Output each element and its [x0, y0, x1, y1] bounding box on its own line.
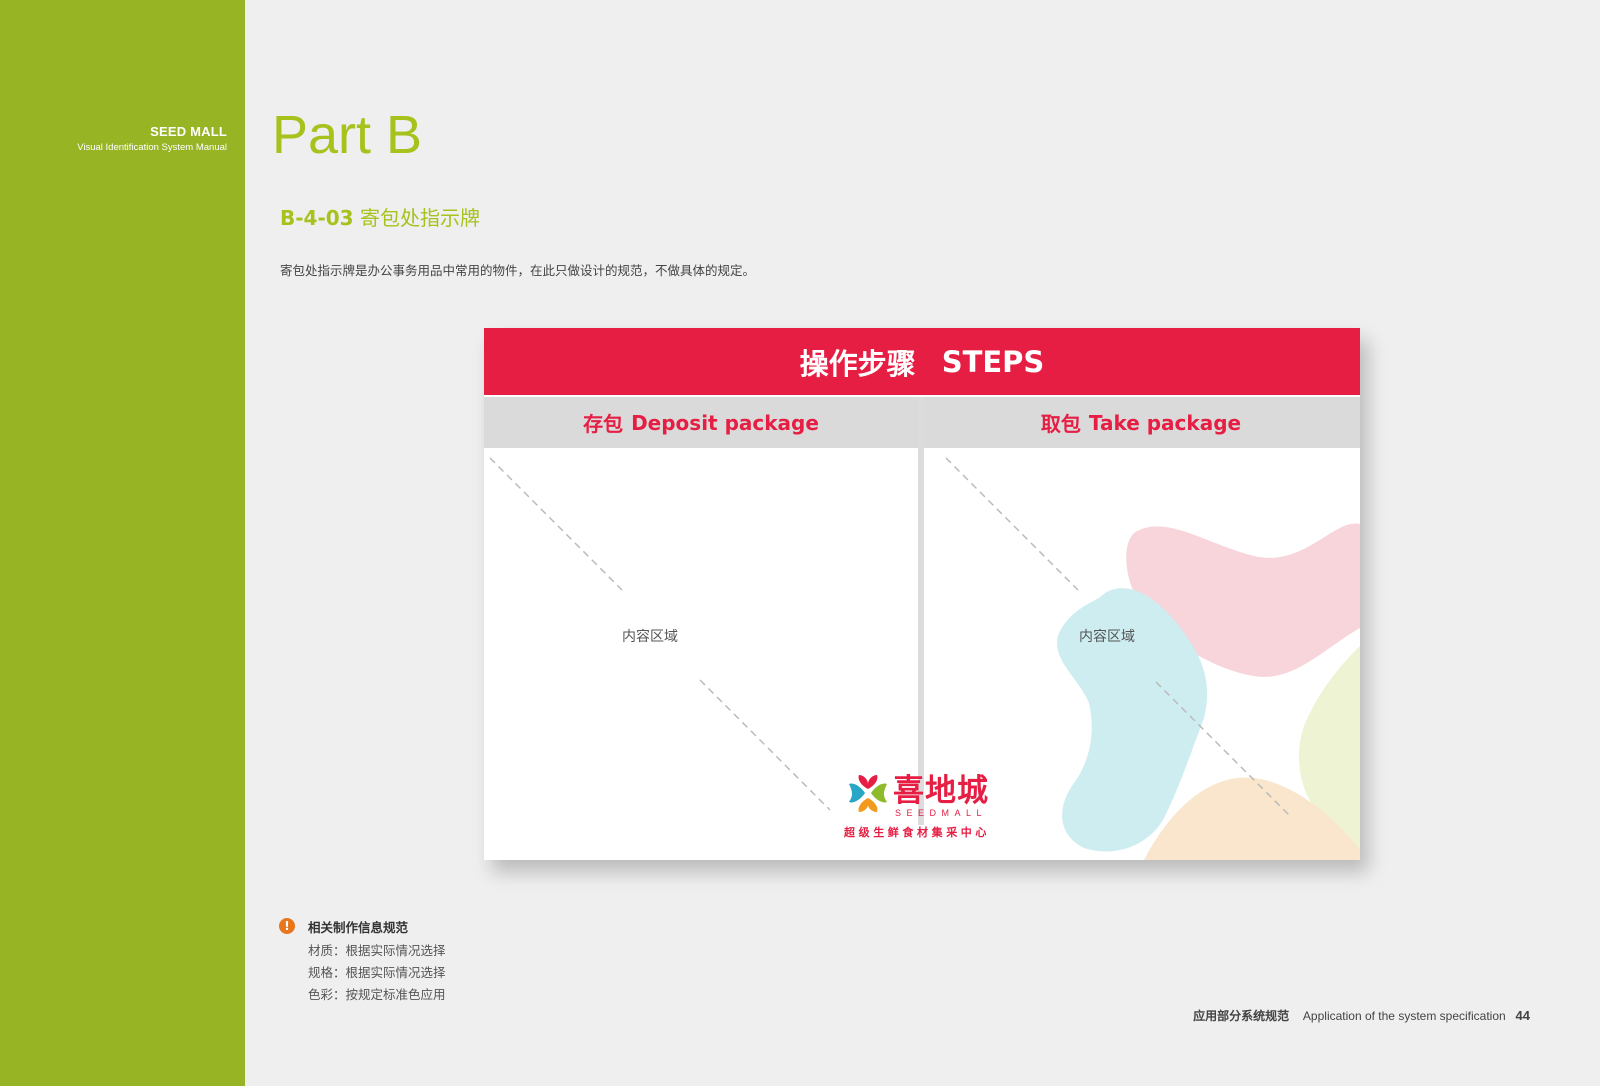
footer-label-cn: 应用部分系统规范	[1193, 1009, 1290, 1023]
logo-name-en: SEEDMALL	[895, 808, 988, 818]
section-description: 寄包处指示牌是办公事务用品中常用的物件，在此只做设计的规范，不做具体的规定。	[280, 263, 756, 278]
sidebar: SEED MALL Visual Identification System M…	[0, 0, 245, 1086]
sign-header: 操作步骤 STEPS	[484, 328, 1360, 395]
logo-name-cn: 喜地城	[893, 773, 989, 809]
page-number: 44	[1515, 1008, 1530, 1023]
deposit-label-cn: 存包	[583, 412, 624, 436]
sign-board: 操作步骤 STEPS 存包 Deposit package 取包 Take pa…	[484, 328, 1360, 860]
seedmall-logo: 喜地城 SEEDMALL 超级生鲜食材集采中心	[843, 773, 1003, 840]
deposit-label-en: Deposit package	[631, 410, 819, 435]
footer-label-en: Application of the system specification	[1302, 1009, 1506, 1023]
notes-color: 色彩：按规定标准色应用	[308, 987, 446, 1002]
page-footer: 应用部分系统规范 Application of the system speci…	[1193, 1007, 1530, 1024]
take-label-cn: 取包	[1040, 412, 1081, 436]
brand-block: SEED MALL Visual Identification System M…	[77, 124, 227, 153]
content-area-label-right: 内容区域	[1079, 629, 1135, 645]
logo-mark-icon	[849, 775, 887, 812]
part-title: Part B	[272, 105, 423, 165]
take-label-en: Take package	[1088, 410, 1242, 435]
section-code: B-4-03	[280, 206, 354, 230]
content-area-label-left: 内容区域	[622, 629, 678, 645]
section-title: 寄包处指示牌	[359, 206, 480, 230]
notes-title: 相关制作信息规范	[308, 920, 409, 935]
column-divider	[918, 397, 924, 825]
sign-header-en: STEPS	[941, 344, 1045, 379]
guide-line	[699, 679, 831, 811]
deposit-column-header: 存包 Deposit package	[484, 397, 918, 448]
section-heading: B-4-03 寄包处指示牌	[280, 202, 480, 231]
take-column-header: 取包 Take package	[922, 397, 1360, 448]
guide-line	[945, 457, 1079, 591]
sign-header-cn: 操作步骤	[799, 346, 916, 381]
logo-tagline: 超级生鲜食材集采中心	[844, 826, 990, 839]
notes-spec: 规格：根据实际情况选择	[308, 965, 446, 980]
exclamation-icon: !	[279, 918, 295, 934]
notes-material: 材质：根据实际情况选择	[308, 943, 446, 958]
guide-line	[489, 457, 623, 591]
brand-subtitle: Visual Identification System Manual	[77, 142, 227, 153]
brand-name: SEED MALL	[150, 124, 227, 139]
